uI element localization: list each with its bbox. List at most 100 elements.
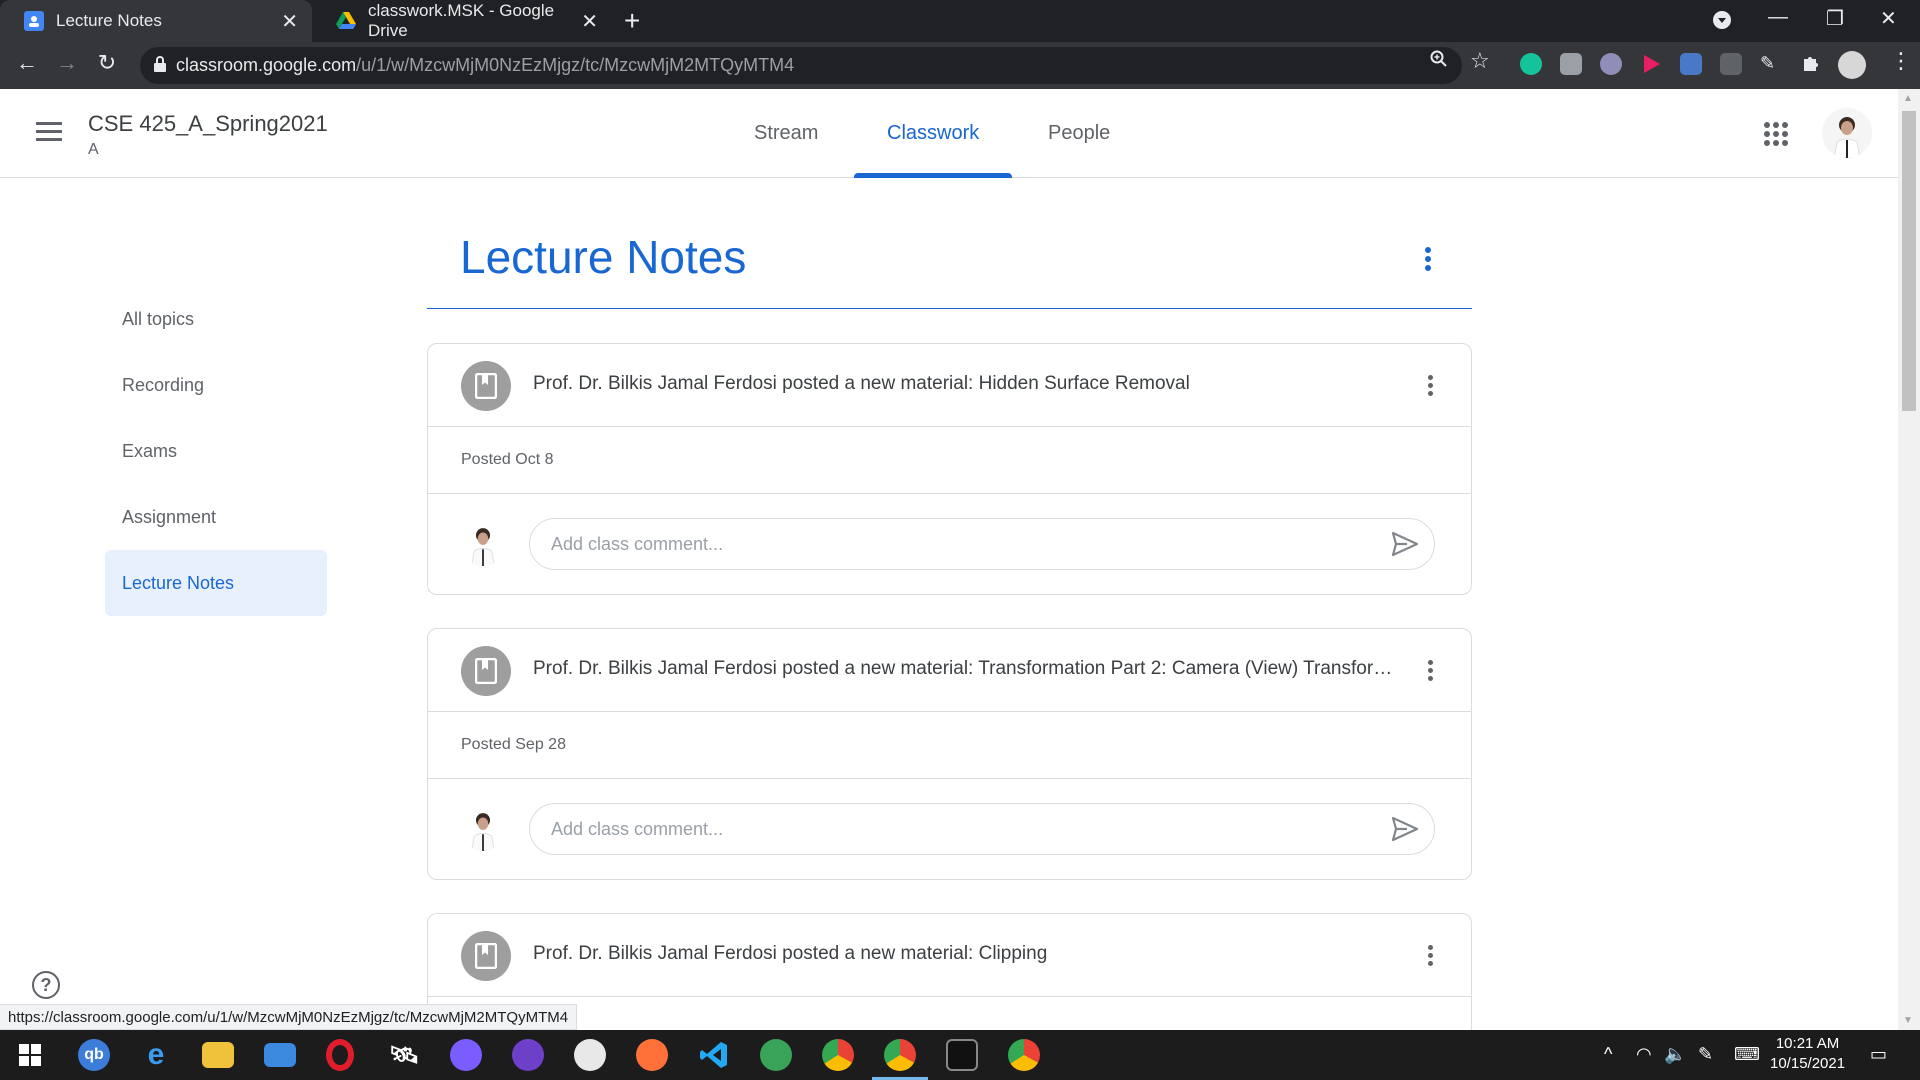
github-desktop-icon[interactable]	[512, 1039, 544, 1071]
wifi-icon[interactable]: ◠	[1636, 1044, 1652, 1065]
topic-all-topics[interactable]: All topics	[105, 286, 327, 352]
reload-icon[interactable]: ↻	[92, 50, 122, 76]
restore-window-icon[interactable]: ❐	[1826, 6, 1844, 31]
material-card: Prof. Dr. Bilkis Jamal Ferdosi posted a …	[427, 343, 1472, 595]
satellite-app-icon[interactable]: 🛰	[388, 1039, 420, 1071]
card-header[interactable]: Prof. Dr. Bilkis Jamal Ferdosi posted a …	[428, 344, 1471, 427]
posted-date: Posted Sep 28	[428, 712, 1471, 779]
chrome-active-icon[interactable]	[872, 1039, 928, 1080]
post-more-options-icon[interactable]	[1428, 375, 1433, 396]
account-avatar[interactable]	[1822, 108, 1872, 158]
pen-extension-icon[interactable]: ✎	[1760, 53, 1782, 75]
link-status-bar: https://classroom.google.com/u/1/w/MzcwM…	[0, 1004, 578, 1030]
address-bar[interactable]: classroom.google.com/u/1/w/MzcwMjM0NzEzM…	[140, 47, 1462, 84]
page-scrollbar[interactable]: ▲ ▼	[1898, 89, 1920, 1030]
posted-date: Posted Oct 8	[428, 427, 1471, 494]
volume-icon[interactable]: 🔈	[1664, 1044, 1686, 1065]
scrollbar-thumb[interactable]	[1902, 111, 1916, 411]
keyboard-icon[interactable]: ⌨	[1734, 1044, 1760, 1065]
class-section: A	[88, 141, 99, 158]
main-menu-icon[interactable]	[36, 122, 62, 142]
topic-assignment[interactable]: Assignment	[105, 484, 327, 550]
topic-lecture-notes[interactable]: Lecture Notes	[105, 550, 327, 616]
section-title: Lecture Notes	[460, 231, 747, 283]
browser-tab-title: classwork.MSK - Google Drive	[368, 1, 555, 40]
class-comment-input[interactable]	[529, 518, 1435, 570]
camera-extension-icon[interactable]	[1560, 53, 1582, 75]
section-more-options-icon[interactable]	[1425, 247, 1431, 271]
class-title[interactable]: CSE 425_A_Spring2021	[88, 111, 328, 137]
extension-icon[interactable]	[1600, 53, 1622, 75]
tab-classwork[interactable]: Classwork	[854, 89, 1013, 178]
browser-tab-google-drive[interactable]: classwork.MSK - Google Drive ✕	[312, 0, 612, 42]
pen-tray-icon[interactable]: ✎	[1698, 1044, 1713, 1065]
scroll-up-icon[interactable]: ▲	[1903, 93, 1913, 104]
close-tab-icon[interactable]: ✕	[281, 9, 298, 34]
material-bookmark-icon	[461, 646, 511, 696]
zoom-icon[interactable]	[1430, 50, 1448, 74]
url-path: /u/1/w/MzcwMjM0NzEzMjgz/tc/MzcwMjM2MTQyM…	[356, 55, 795, 75]
new-tab-icon[interactable]: +	[624, 6, 640, 36]
mail-icon[interactable]	[264, 1043, 296, 1067]
file-explorer-icon[interactable]	[202, 1042, 234, 1068]
classroom-favicon-icon	[24, 11, 44, 31]
qbittorrent-icon[interactable]: qb	[78, 1039, 110, 1071]
screen-extension-icon[interactable]	[1720, 53, 1742, 75]
post-more-options-icon[interactable]	[1428, 660, 1433, 681]
earth-app-icon[interactable]	[760, 1039, 792, 1071]
edge-icon[interactable]: e	[140, 1038, 172, 1071]
browser-menu-icon[interactable]: ⋮	[1890, 48, 1912, 74]
download-extension-icon[interactable]	[1680, 53, 1702, 75]
notifications-icon[interactable]: ▭	[1870, 1044, 1887, 1065]
back-icon[interactable]: ←	[12, 50, 42, 76]
windows-taskbar: qb e 🛰 ^ ◠ 🔈 ✎ ⌨ 10:21 AM 10/15/2021 ▭	[0, 1030, 1920, 1080]
tab-people[interactable]: People	[1015, 89, 1143, 177]
browser-profile-avatar[interactable]	[1838, 51, 1866, 79]
topic-recording[interactable]: Recording	[105, 352, 327, 418]
grammarly-extension-icon[interactable]	[1520, 53, 1542, 75]
tab-stream[interactable]: Stream	[721, 89, 851, 177]
send-icon[interactable]	[1391, 531, 1419, 562]
minimize-window-icon[interactable]: —	[1768, 6, 1788, 29]
terminal-icon[interactable]	[946, 1039, 978, 1071]
chrome-icon[interactable]	[822, 1039, 854, 1071]
browser-toolbar: ← → ↻ classroom.google.com/u/1/w/MzcwMjM…	[0, 42, 1920, 89]
post-title: Prof. Dr. Bilkis Jamal Ferdosi posted a …	[533, 373, 1190, 394]
material-bookmark-icon	[461, 931, 511, 981]
windows-start-icon[interactable]	[14, 1039, 46, 1071]
play-extension-icon[interactable]	[1640, 53, 1662, 75]
bookmark-star-icon[interactable]: ☆	[1470, 48, 1490, 74]
topic-exams[interactable]: Exams	[105, 418, 327, 484]
material-bookmark-icon	[461, 361, 511, 411]
show-hidden-icons-icon[interactable]: ^	[1604, 1044, 1612, 1065]
forward-icon[interactable]: →	[52, 50, 82, 76]
send-icon[interactable]	[1391, 816, 1419, 847]
card-header[interactable]: Prof. Dr. Bilkis Jamal Ferdosi posted a …	[428, 914, 1471, 997]
lock-icon	[154, 56, 166, 72]
extensions-puzzle-icon[interactable]	[1800, 53, 1822, 75]
post-more-options-icon[interactable]	[1428, 945, 1433, 966]
paint-icon[interactable]	[574, 1039, 606, 1071]
help-icon[interactable]: ?	[32, 971, 60, 999]
taskbar-clock[interactable]: 10:21 AM 10/15/2021	[1770, 1034, 1845, 1074]
clock-date: 10/15/2021	[1770, 1055, 1846, 1072]
card-header[interactable]: Prof. Dr. Bilkis Jamal Ferdosi posted a …	[428, 629, 1471, 712]
google-drive-favicon-icon	[336, 11, 356, 31]
vscode-icon[interactable]	[698, 1039, 730, 1071]
scroll-down-icon[interactable]: ▼	[1903, 1015, 1913, 1026]
browser-tab-title: Lecture Notes	[56, 11, 162, 30]
close-tab-icon[interactable]: ✕	[581, 9, 598, 34]
messenger-icon[interactable]	[450, 1039, 482, 1071]
classroom-header: CSE 425_A_Spring2021 A Stream Classwork …	[0, 89, 1898, 178]
chrome-profile-icon[interactable]	[1008, 1039, 1040, 1071]
commenter-avatar	[461, 522, 505, 566]
google-apps-icon[interactable]	[1764, 122, 1788, 146]
opera-icon[interactable]	[326, 1039, 354, 1071]
tab-search-icon[interactable]	[1712, 10, 1732, 36]
material-card: Prof. Dr. Bilkis Jamal Ferdosi posted a …	[427, 628, 1472, 880]
browser-tab-lecture-notes[interactable]: Lecture Notes ✕	[0, 0, 312, 42]
firefox-icon[interactable]	[636, 1039, 668, 1071]
close-window-icon[interactable]: ✕	[1880, 6, 1897, 31]
comment-row	[428, 779, 1471, 879]
class-comment-input[interactable]	[529, 803, 1435, 855]
